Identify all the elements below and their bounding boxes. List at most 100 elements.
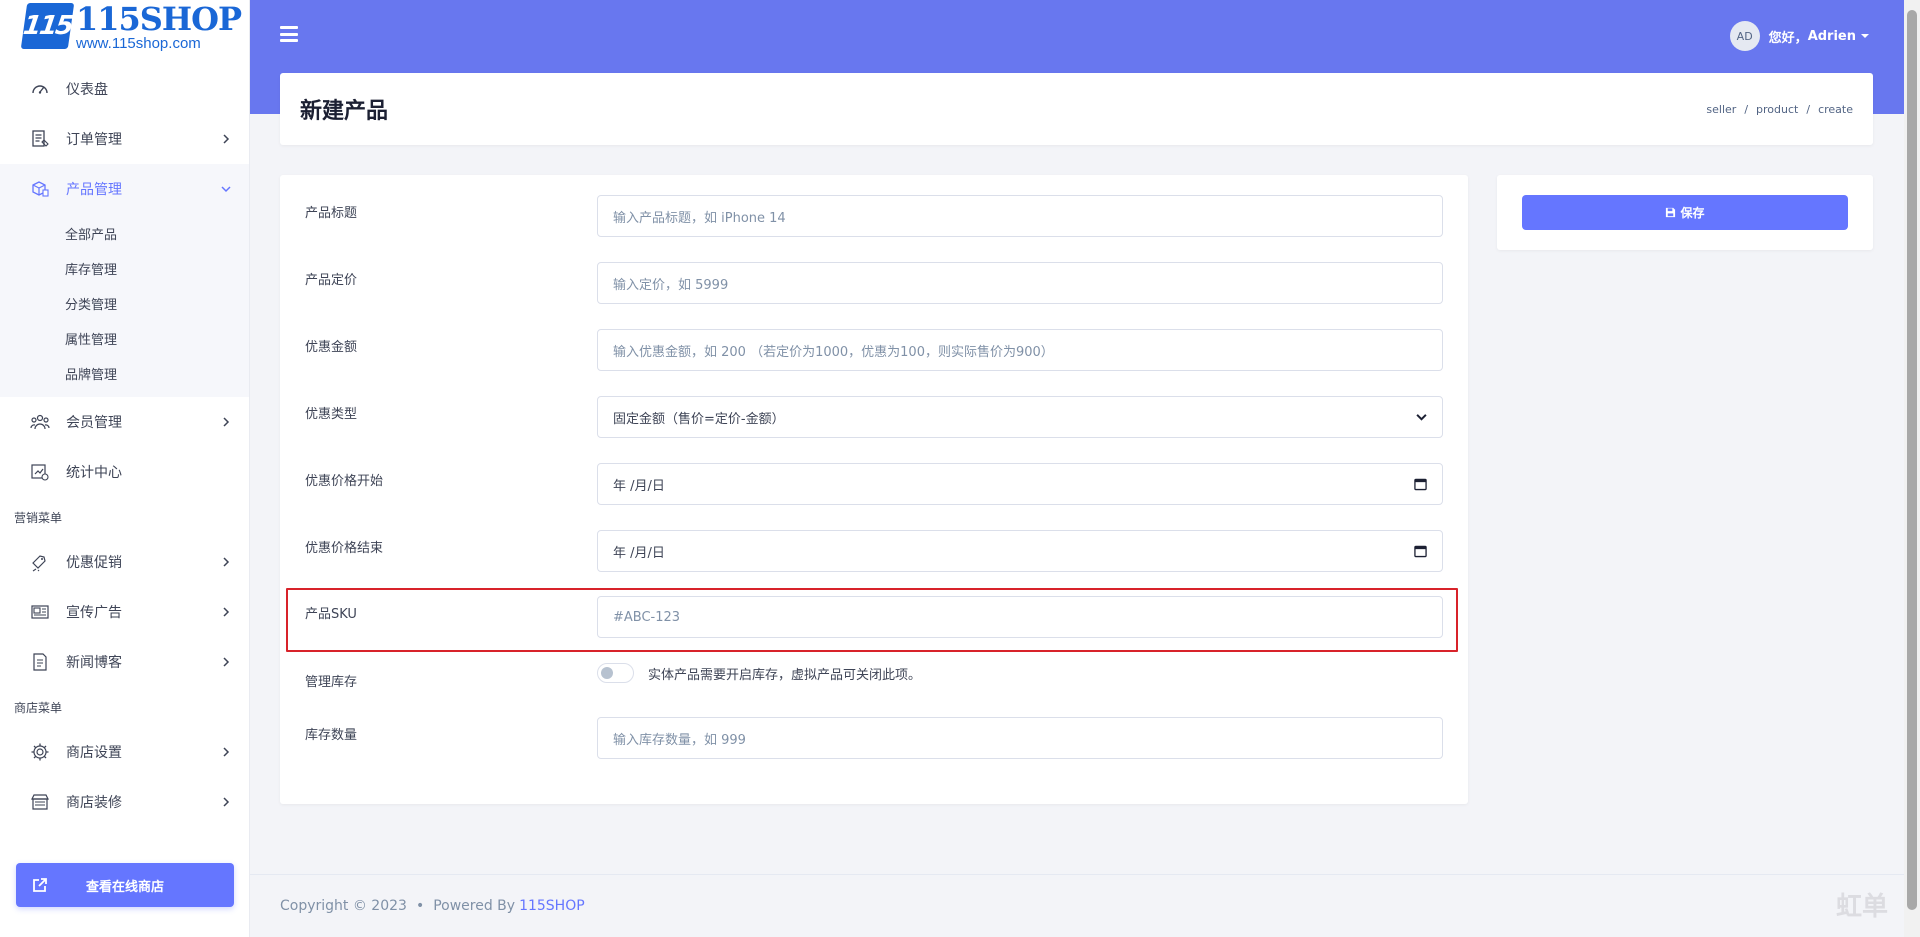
calendar-icon[interactable] — [1414, 545, 1427, 558]
product-price-input[interactable]: 输入定价，如 5999 — [597, 262, 1443, 304]
sidebar-item-store-settings[interactable]: 商店设置 — [0, 727, 249, 777]
discount-start-date-input[interactable]: 年 /月/日 — [597, 463, 1443, 505]
ad-icon — [28, 600, 52, 624]
sidebar-item-members[interactable]: 会员管理 — [0, 397, 249, 447]
promo-icon — [28, 550, 52, 574]
footer: Copyright © 2023 • Powered By 115SHOP — [250, 874, 1904, 937]
brand-url: www.115shop.com — [76, 35, 201, 52]
product-form-card: 产品标题 输入产品标题，如 iPhone 14 产品定价 输入定价，如 5999… — [280, 175, 1468, 804]
products-submenu: 全部产品 库存管理 分类管理 属性管理 品牌管理 — [0, 214, 249, 397]
product-title-label: 产品标题 — [305, 206, 358, 221]
chevron-right-icon — [223, 747, 230, 757]
user-menu[interactable]: AD 您好， Adrien — [1729, 21, 1869, 51]
sidebar-item-label: 新闻博客 — [66, 655, 122, 671]
view-online-store-button[interactable]: 查看在线商店 — [16, 863, 234, 907]
sidebar-item-orders[interactable]: 订单管理 — [0, 114, 249, 164]
sidebar-item-label: 商店装修 — [66, 795, 122, 811]
chevron-right-icon — [223, 607, 230, 617]
menu-toggle-icon[interactable] — [280, 26, 298, 42]
form-row-sku: 产品SKU #ABC-123 — [280, 596, 1468, 638]
manage-stock-toggle[interactable] — [597, 663, 634, 683]
submenu-attributes[interactable]: 属性管理 — [0, 321, 249, 356]
stock-qty-label: 库存数量 — [305, 728, 358, 743]
sidebar-item-dashboard[interactable]: 仪表盘 — [0, 64, 249, 114]
product-price-label: 产品定价 — [305, 273, 358, 288]
breadcrumb-item[interactable]: product — [1756, 103, 1798, 116]
sidebar-item-products[interactable]: 产品管理 — [0, 164, 249, 214]
submenu-all-products[interactable]: 全部产品 — [0, 216, 249, 251]
date-placeholder: 年 /月/日 — [613, 478, 665, 494]
stats-icon — [28, 460, 52, 484]
external-link-icon — [30, 875, 50, 895]
sidebar-group-products: 产品管理 全部产品 库存管理 分类管理 属性管理 品牌管理 — [0, 164, 249, 397]
sidebar-item-stats[interactable]: 统计中心 — [0, 447, 249, 497]
form-row-discount-start: 优惠价格开始 年 /月/日 — [280, 463, 1468, 505]
breadcrumb-item[interactable]: seller — [1706, 103, 1736, 116]
chevron-down-icon — [1416, 414, 1427, 421]
page-scrollbar[interactable] — [1904, 0, 1920, 937]
form-row-title: 产品标题 输入产品标题，如 iPhone 14 — [280, 195, 1468, 237]
scrollbar-thumb[interactable] — [1907, 10, 1917, 910]
brand-name: 115SHOP — [76, 0, 242, 38]
submenu-inventory[interactable]: 库存管理 — [0, 251, 249, 286]
discount-type-value: 固定金额（售价=定价-金额） — [613, 411, 785, 427]
chevron-right-icon — [223, 557, 230, 567]
discount-end-date-input[interactable]: 年 /月/日 — [597, 530, 1443, 572]
form-row-discount: 优惠金额 输入优惠金额，如 200 （若定价为1000，优惠为100，则实际售价… — [280, 329, 1468, 371]
save-button[interactable]: 保存 — [1522, 195, 1848, 230]
form-row-discount-end: 优惠价格结束 年 /月/日 — [280, 530, 1468, 572]
toggle-knob — [601, 667, 613, 679]
sidebar-item-label: 订单管理 — [66, 132, 122, 148]
sidebar: 115 115SHOP www.115shop.com 仪表盘 订单管理 产品管… — [0, 0, 250, 937]
submenu-categories[interactable]: 分类管理 — [0, 286, 249, 321]
sidebar-item-promotions[interactable]: 优惠促销 — [0, 537, 249, 587]
sidebar-item-label: 统计中心 — [66, 465, 122, 481]
copyright-text: Copyright © 2023 — [280, 898, 407, 914]
breadcrumb-item: create — [1818, 102, 1853, 116]
discount-type-label: 优惠类型 — [305, 407, 358, 422]
sidebar-item-label: 产品管理 — [66, 182, 122, 198]
order-list-icon — [28, 127, 52, 151]
discount-amount-input[interactable]: 输入优惠金额，如 200 （若定价为1000，优惠为100，则实际售价为900） — [597, 329, 1443, 371]
discount-start-label: 优惠价格开始 — [305, 474, 384, 489]
stock-qty-input[interactable]: 输入库存数量，如 999 — [597, 717, 1443, 759]
sidebar-item-blog[interactable]: 新闻博客 — [0, 637, 249, 687]
breadcrumb: seller / product / create — [1706, 103, 1853, 116]
sku-label: 产品SKU — [305, 607, 357, 622]
form-row-price: 产品定价 输入定价，如 5999 — [280, 262, 1468, 304]
users-icon — [28, 410, 52, 434]
product-title-input[interactable]: 输入产品标题，如 iPhone 14 — [597, 195, 1443, 237]
discount-amount-label: 优惠金额 — [305, 340, 358, 355]
product-box-icon — [28, 177, 52, 201]
store-decor-icon — [28, 790, 52, 814]
sidebar-item-store-decor[interactable]: 商店装修 — [0, 777, 249, 827]
chevron-right-icon — [223, 657, 230, 667]
gear-icon — [28, 740, 52, 764]
sidebar-item-ads[interactable]: 宣传广告 — [0, 587, 249, 637]
view-online-store-label: 查看在线商店 — [85, 879, 164, 895]
footer-dot: • — [415, 898, 425, 914]
date-placeholder: 年 /月/日 — [613, 545, 665, 561]
save-icon — [1665, 207, 1676, 218]
breadcrumb-separator: / — [1744, 102, 1749, 116]
footer-brand-link[interactable]: 115SHOP — [519, 898, 585, 914]
submenu-brands[interactable]: 品牌管理 — [0, 356, 249, 391]
form-row-manage-stock: 管理库存 实体产品需要开启库存，虚拟产品可关闭此项。 — [280, 659, 1468, 699]
chevron-right-icon — [223, 134, 230, 144]
form-row-discount-type: 优惠类型 固定金额（售价=定价-金额） — [280, 396, 1468, 438]
calendar-icon[interactable] — [1414, 478, 1427, 491]
blog-icon — [28, 650, 52, 674]
marketing-menu-title: 营销菜单 — [14, 510, 63, 525]
powered-by-text: Powered By — [433, 898, 516, 914]
sidebar-item-label: 仪表盘 — [66, 82, 108, 98]
chevron-right-icon — [223, 417, 230, 427]
sidebar-item-label: 会员管理 — [66, 415, 122, 431]
discount-type-select[interactable]: 固定金额（售价=定价-金额） — [597, 396, 1443, 438]
brand-logo[interactable]: 115 115SHOP www.115shop.com — [0, 0, 249, 64]
sidebar-item-label: 商店设置 — [66, 745, 122, 761]
caret-down-icon — [1861, 34, 1869, 38]
save-label: 保存 — [1680, 206, 1705, 220]
sku-input[interactable]: #ABC-123 — [597, 596, 1443, 638]
dashboard-icon — [28, 77, 52, 101]
save-card: 保存 — [1497, 175, 1873, 250]
